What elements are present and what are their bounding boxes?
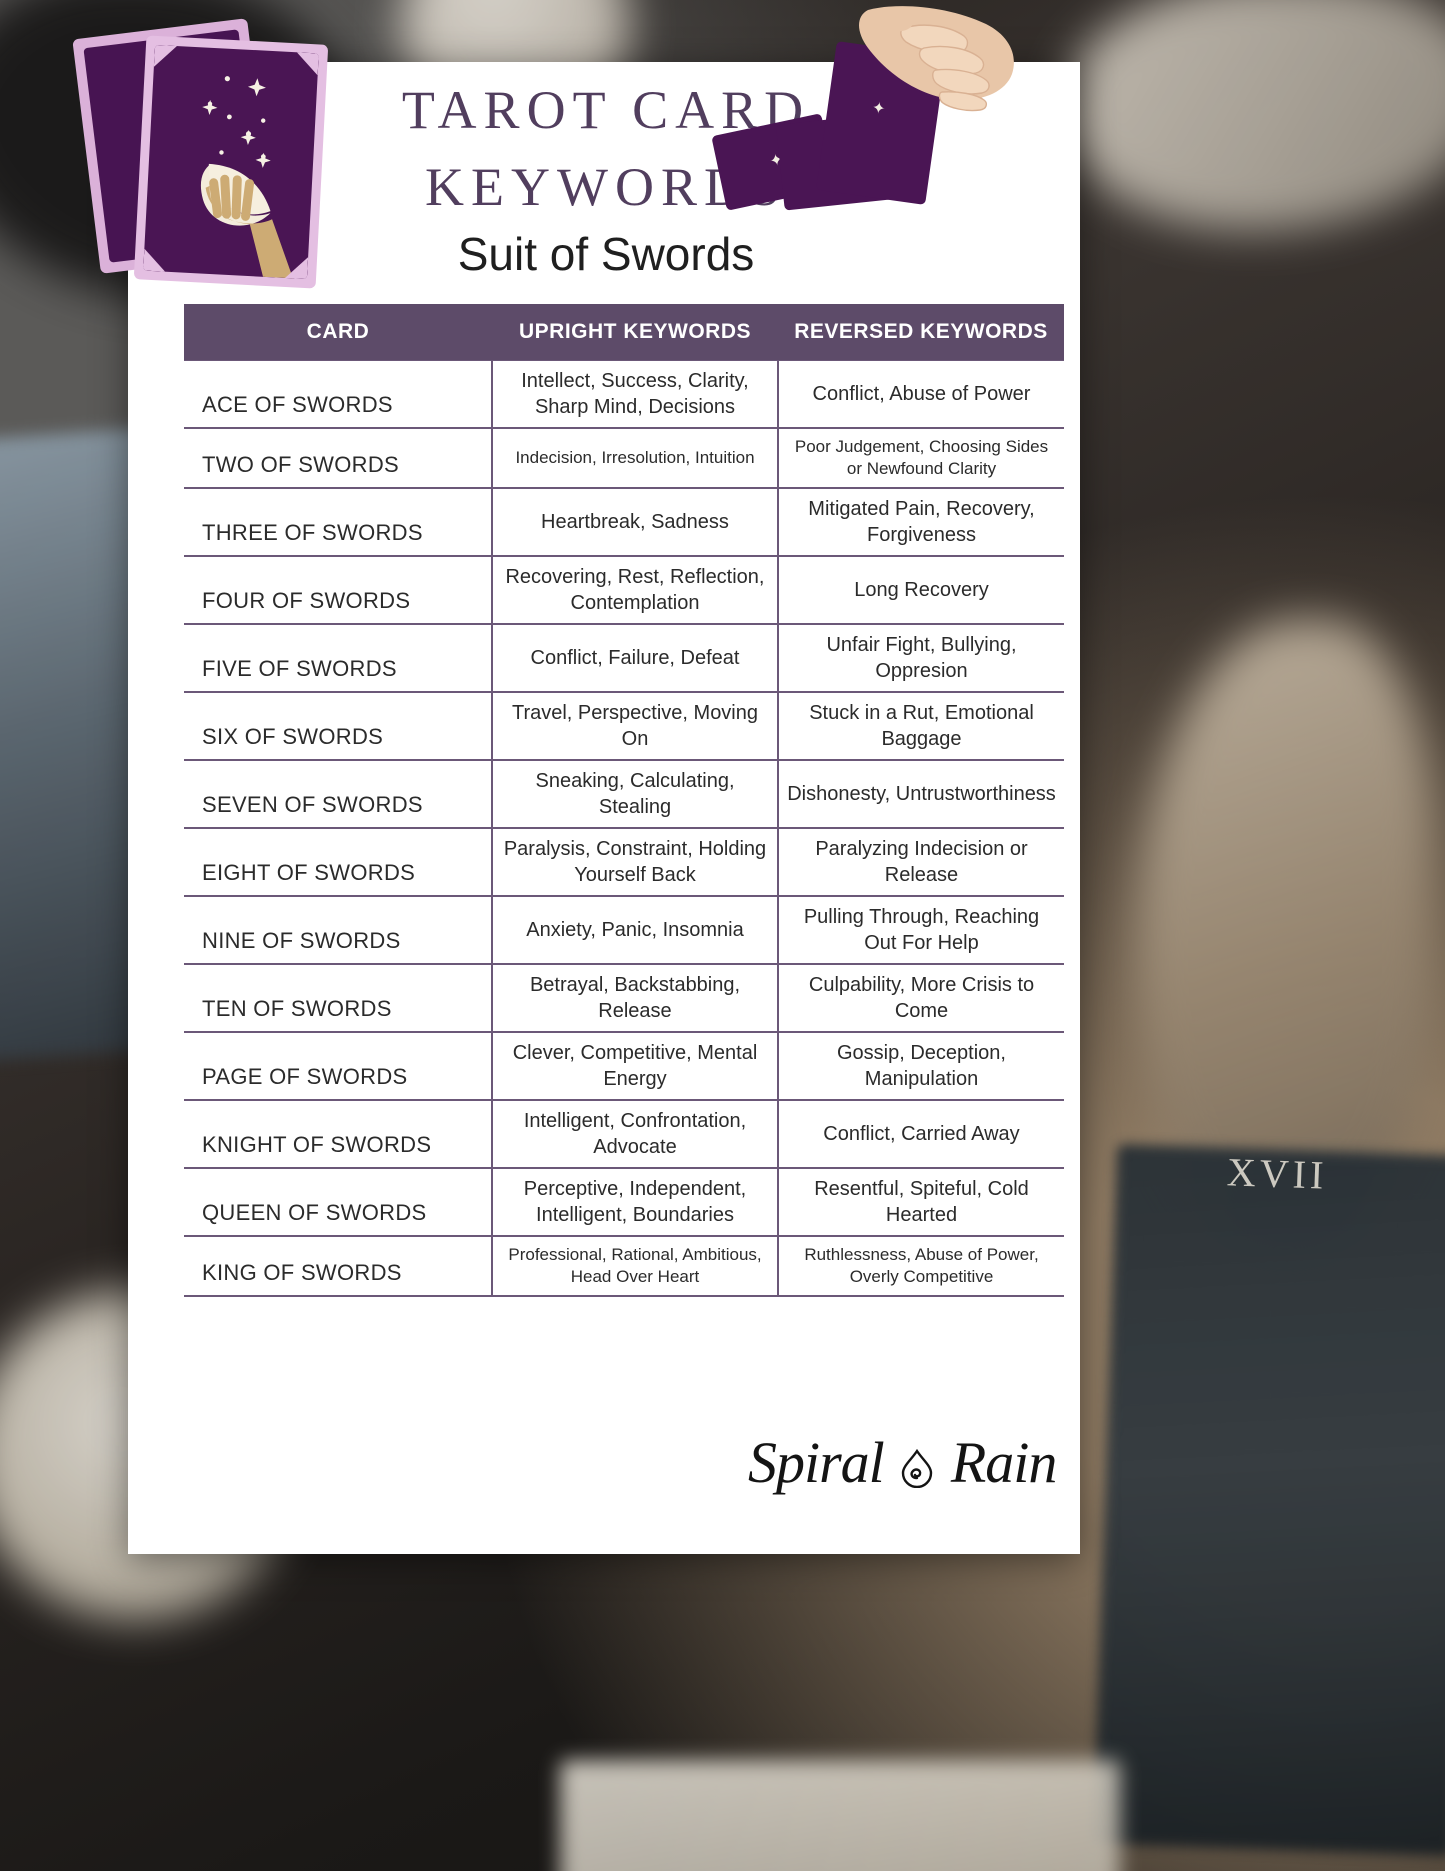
table-body: ACE OF SWORDS Intellect, Success, Clarity… [184, 359, 1064, 1297]
table-row: QUEEN OF SWORDS Perceptive, Independent, … [184, 1167, 1064, 1237]
cell-upright-keywords: Recovering, Rest, Reflection, Contemplat… [492, 555, 779, 625]
table-row: SEVEN OF SWORDS Sneaking, Calculating, St… [184, 759, 1064, 829]
cell-upright-keywords: Anxiety, Panic, Insomnia [492, 895, 779, 965]
hand-with-cards-illustration: ✦ ✦ ✦ [711, 0, 1018, 250]
cell-reversed-keywords: Culpability, More Crisis to Come [778, 963, 1064, 1033]
cell-upright-keywords: Conflict, Failure, Defeat [492, 623, 779, 693]
cell-reversed-keywords: Conflict, Carried Away [778, 1099, 1064, 1169]
table-row: FIVE OF SWORDS Conflict, Failure, Defeat U… [184, 623, 1064, 693]
cell-card-name: PAGE OF SWORDS [184, 1031, 493, 1101]
cell-reversed-keywords: Gossip, Deception, Manipulation [778, 1031, 1064, 1101]
background-tarot-card-bottom [560, 1760, 1120, 1871]
table-header: CARD UPRIGHT KEYWORDS REVERSED KEYWORDS [184, 304, 1064, 360]
table-row: TEN OF SWORDS Betrayal, Backstabbing, Rel… [184, 963, 1064, 1033]
table-row: PAGE OF SWORDS Clever, Competitive, Menta… [184, 1031, 1064, 1101]
brand-logo: Spiral Rain [748, 1417, 1078, 1509]
brand-name-part1: Spiral [748, 1430, 885, 1495]
background-card-roman-numeral: XVII [1225, 1149, 1328, 1198]
cell-card-name: TWO OF SWORDS [184, 427, 493, 489]
cell-card-name: EIGHT OF SWORDS [184, 827, 493, 897]
cell-upright-keywords: Clever, Competitive, Mental Energy [492, 1031, 779, 1101]
cell-upright-keywords: Perceptive, Independent, Intelligent, Bo… [492, 1167, 779, 1237]
cell-reversed-keywords: Conflict, Abuse of Power [778, 359, 1064, 429]
cell-reversed-keywords: Long Recovery [778, 555, 1064, 625]
cell-card-name: THREE OF SWORDS [184, 487, 493, 557]
background-tarot-card-right [1092, 1143, 1445, 1857]
cell-card-name: KNIGHT OF SWORDS [184, 1099, 493, 1169]
table-row: FOUR OF SWORDS Recovering, Rest, Reflecti… [184, 555, 1064, 625]
cell-reversed-keywords: Poor Judgement, Choosing Sides or Newfou… [778, 427, 1064, 489]
cell-upright-keywords: Intelligent, Confrontation, Advocate [492, 1099, 779, 1169]
cell-reversed-keywords: Unfair Fight, Bullying, Oppresion [778, 623, 1064, 693]
table-row: NINE OF SWORDS Anxiety, Panic, Insomnia Pu… [184, 895, 1064, 965]
cell-reversed-keywords: Pulling Through, Reaching Out For Help [778, 895, 1064, 965]
cell-card-name: SEVEN OF SWORDS [184, 759, 493, 829]
cell-card-name: QUEEN OF SWORDS [184, 1167, 493, 1237]
table-row: SIX OF SWORDS Travel, Perspective, Moving… [184, 691, 1064, 761]
table-row: KNIGHT OF SWORDS Intelligent, Confrontati… [184, 1099, 1064, 1169]
table-row: KING OF SWORDS Professional, Rational, Am… [184, 1235, 1064, 1297]
cell-reversed-keywords: Resentful, Spiteful, Cold Hearted [778, 1167, 1064, 1237]
cell-reversed-keywords: Stuck in a Rut, Emotional Baggage [778, 691, 1064, 761]
cell-upright-keywords: Professional, Rational, Ambitious, Head … [492, 1235, 779, 1297]
cell-card-name: FOUR OF SWORDS [184, 555, 493, 625]
spiral-droplet-icon [897, 1448, 937, 1488]
cell-upright-keywords: Paralysis, Constraint, Holding Yourself … [492, 827, 779, 897]
background-cloth-top-right [1065, 0, 1445, 230]
cell-card-name: ACE OF SWORDS [184, 359, 493, 429]
cell-reversed-keywords: Dishonesty, Untrustworthiness [778, 759, 1064, 829]
table-row: EIGHT OF SWORDS Paralysis, Constraint, Ho… [184, 827, 1064, 897]
tarot-card-front [133, 35, 329, 289]
column-header-card: CARD [184, 304, 492, 360]
tarot-deck-illustration [72, 18, 378, 308]
cell-upright-keywords: Indecision, Irresolution, Intuition [492, 427, 779, 489]
cell-reversed-keywords: Mitigated Pain, Recovery, Forgiveness [778, 487, 1064, 557]
brand-name-part2: Rain [950, 1430, 1058, 1495]
cell-upright-keywords: Travel, Perspective, Moving On [492, 691, 779, 761]
cell-card-name: KING OF SWORDS [184, 1235, 493, 1297]
cell-upright-keywords: Betrayal, Backstabbing, Release [492, 963, 779, 1033]
moon-in-hand-icon [200, 76, 293, 279]
poster-canvas: XVII TAROT CARD KEYWORDS Suit of Swords … [0, 0, 1445, 1871]
table-row: ACE OF SWORDS Intellect, Success, Clarity… [184, 359, 1064, 429]
cell-card-name: TEN OF SWORDS [184, 963, 493, 1033]
table-row: THREE OF SWORDS Heartbreak, Sadness Mitiga… [184, 487, 1064, 557]
cell-upright-keywords: Heartbreak, Sadness [492, 487, 779, 557]
cell-reversed-keywords: Paralyzing Indecision or Release [778, 827, 1064, 897]
tarot-card-front-inner [143, 44, 319, 280]
table-row: TWO OF SWORDS Indecision, Irresolution, I… [184, 427, 1064, 489]
cell-card-name: SIX OF SWORDS [184, 691, 493, 761]
cell-card-name: NINE OF SWORDS [184, 895, 493, 965]
cell-reversed-keywords: Ruthlessness, Abuse of Power, Overly Com… [778, 1235, 1064, 1297]
table-header-row: CARD UPRIGHT KEYWORDS REVERSED KEYWORDS [184, 304, 1064, 360]
hand-icon [859, 6, 1014, 112]
tarot-keywords-table: CARD UPRIGHT KEYWORDS REVERSED KEYWORDS … [184, 304, 1064, 1297]
keywords-table-wrapper: CARD UPRIGHT KEYWORDS REVERSED KEYWORDS … [184, 304, 1064, 1297]
column-header-upright: UPRIGHT KEYWORDS [492, 304, 778, 360]
cell-upright-keywords: Intellect, Success, Clarity, Sharp Mind,… [492, 359, 779, 429]
cell-upright-keywords: Sneaking, Calculating, Stealing [492, 759, 779, 829]
column-header-reversed: REVERSED KEYWORDS [778, 304, 1064, 360]
cell-card-name: FIVE OF SWORDS [184, 623, 493, 693]
